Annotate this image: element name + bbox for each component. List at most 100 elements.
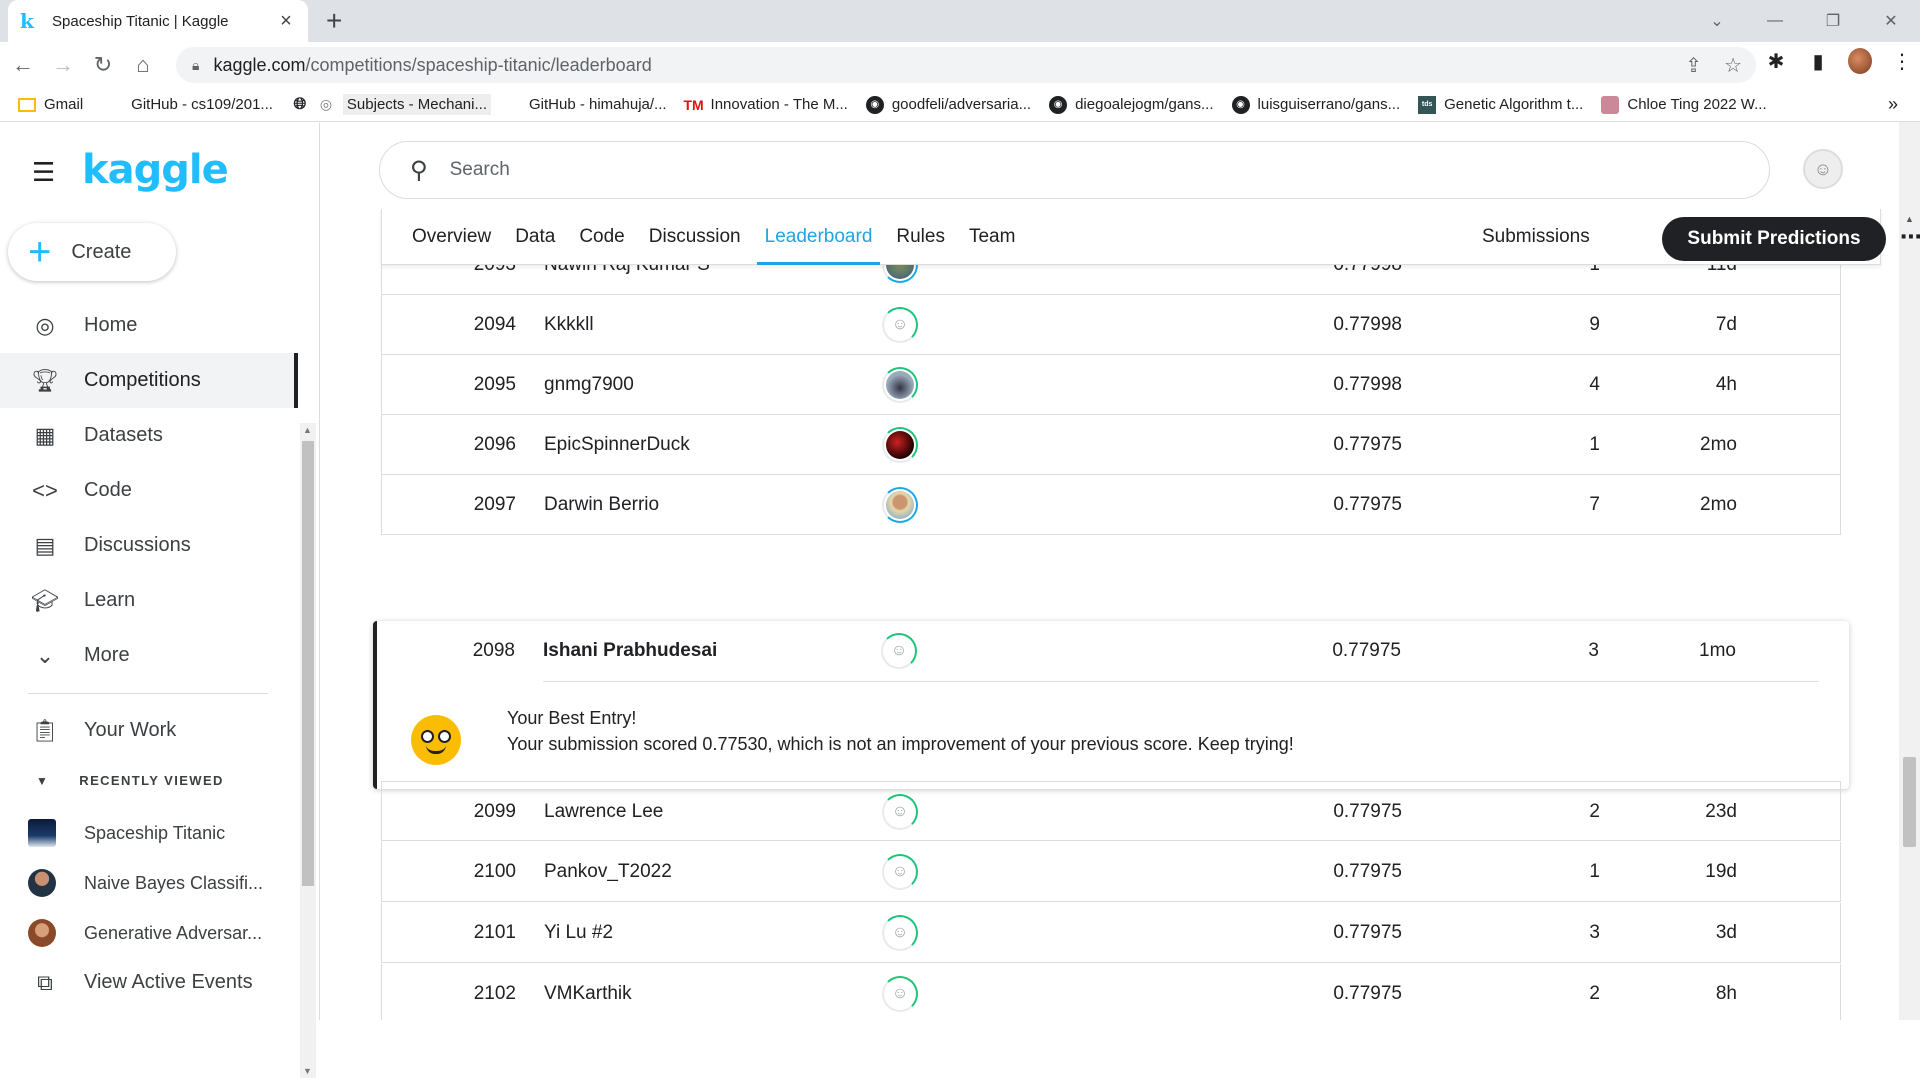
address-bar[interactable]: 🔒︎ kaggle.com/competitions/spaceship-tit… (176, 47, 1756, 83)
team-avatar[interactable]: ☺ (882, 915, 918, 951)
my-entry-row[interactable]: 2098 Ishani Prabhudesai ☺ 0.77975 3 1mo (377, 621, 1849, 681)
bookmark-chloe-ting[interactable]: Chloe Ting 2022 W... (1601, 95, 1767, 114)
team-avatar[interactable]: ☺ (882, 854, 918, 890)
reload-button[interactable]: ↻ (86, 48, 120, 82)
bookmark-goodfeli[interactable]: ◉ goodfeli/adversaria... (865, 95, 1031, 114)
tab-team[interactable]: Team (957, 209, 1027, 265)
forward-button[interactable]: → (46, 48, 80, 82)
bookmark-genetic-algorithm[interactable]: tds Genetic Algorithm t... (1418, 95, 1583, 114)
window-controls: ⌄ — ❐ ✕ (1688, 0, 1920, 42)
recent-item-naive-bayes[interactable]: Naive Bayes Classifi... (28, 863, 288, 903)
caret-down-icon: ▼ (36, 773, 50, 788)
tds-icon: tds (1418, 95, 1437, 114)
tab-rules[interactable]: Rules (884, 209, 957, 265)
table-row[interactable]: 2101 Yi Lu #2 ☺ 0.77975 3 3d (381, 903, 1841, 963)
sidebar-item-code[interactable]: <> Code (0, 463, 298, 518)
table-row[interactable]: 2095 gnmg7900 0.77998 4 4h (381, 355, 1841, 415)
sidebar-item-discussions[interactable]: ▤ Discussions (0, 518, 298, 573)
table-row[interactable]: 2096 EpicSpinnerDuck 0.77975 1 2mo (381, 415, 1841, 475)
fingerprint-icon: ◎ (319, 96, 333, 112)
submissions-link[interactable]: Submissions (1482, 226, 1590, 248)
profile-avatar[interactable] (1848, 48, 1872, 74)
new-tab-button[interactable]: + (326, 6, 342, 36)
team-avatar[interactable] (882, 487, 918, 523)
view-active-events[interactable]: ⧉ View Active Events (0, 955, 298, 1010)
scroll-up-arrow-icon[interactable]: ▲ (303, 425, 312, 435)
home-button[interactable]: ⌂ (126, 48, 160, 82)
close-tab-icon[interactable]: × (276, 10, 296, 33)
table-row[interactable]: 2097 Darwin Berrio 0.77975 7 2mo (381, 475, 1841, 535)
sidebar-item-your-work[interactable]: 📋︎ Your Work (0, 703, 298, 758)
chevron-down-icon: ⌄ (35, 642, 55, 668)
back-button[interactable]: ← (6, 48, 40, 82)
bookmark-github-himahuja[interactable]: GitHub - himahuja/... (529, 96, 667, 113)
tab-data[interactable]: Data (503, 209, 567, 265)
tab-search-icon[interactable]: ⌄ (1688, 0, 1746, 42)
menu-kebab-icon[interactable]: ⋮ (1890, 49, 1914, 74)
kaggle-logo[interactable]: kaggle (82, 147, 229, 193)
scroll-up-arrow-icon[interactable]: ▲ (1905, 214, 1914, 224)
tab-discussion[interactable]: Discussion (637, 209, 753, 265)
page-scroll-thumb[interactable] (1903, 757, 1916, 847)
default-avatar-icon: ☺ (1813, 158, 1833, 179)
search-bar[interactable]: ⚲ (379, 141, 1770, 199)
tab-overview[interactable]: Overview (400, 209, 503, 265)
team-avatar[interactable] (882, 367, 918, 403)
restore-button[interactable]: ❐ (1804, 0, 1862, 42)
bookmark-github-cs109[interactable]: GitHub - cs109/201... (131, 96, 273, 113)
share-icon[interactable]: ⇪ (1685, 53, 1702, 78)
sidebar-divider (28, 693, 268, 694)
sidebar-item-home[interactable]: ◎ Home (0, 298, 298, 353)
sidebar-scroll-thumb[interactable] (302, 441, 314, 886)
sidebar-scrollbar[interactable]: ▲ ▼ (300, 423, 316, 1078)
trophy-icon: 🏆︎ (31, 367, 59, 393)
default-avatar-icon: ☺ (891, 316, 909, 333)
search-input[interactable] (449, 159, 1350, 181)
create-button[interactable]: + Create (8, 223, 176, 281)
bookmarks-bar: Gmail GitHub - cs109/201... 🌐︎ ◎ Subjects … (0, 88, 1920, 122)
table-icon: ▦ (34, 422, 56, 448)
scroll-down-arrow-icon[interactable]: ▼ (303, 1066, 312, 1076)
bookmark-innovation[interactable]: TM Innovation - The M... (683, 96, 847, 114)
table-row[interactable]: 2100 Pankov_T2022 ☺ 0.77975 1 19d (381, 842, 1841, 902)
team-avatar[interactable]: ☺ (881, 633, 917, 669)
page-scrollbar[interactable]: ▲ (1899, 122, 1920, 1020)
minimize-button[interactable]: — (1746, 0, 1804, 42)
browser-toolbar: ← → ↻ ⌂ 🔒︎ kaggle.com/competitions/space… (0, 42, 1920, 88)
bookmark-subjects[interactable]: 🌐︎ ◎ Subjects - Mechani... (291, 94, 491, 115)
bookmark-star-icon[interactable]: ☆ (1724, 53, 1742, 78)
tab-code[interactable]: Code (567, 209, 636, 265)
sidebar-item-datasets[interactable]: ▦ Datasets (0, 408, 298, 463)
more-options-icon[interactable]: ⋯ (1900, 224, 1920, 250)
recent-item-spaceship-titanic[interactable]: Spaceship Titanic (28, 813, 288, 853)
team-avatar[interactable] (882, 427, 918, 463)
browser-tab-active[interactable]: k Spaceship Titanic | Kaggle × (8, 0, 308, 42)
default-avatar-icon: ☺ (891, 924, 909, 941)
recently-viewed-header[interactable]: ▼ RECENTLY VIEWED (36, 773, 224, 788)
close-window-button[interactable]: ✕ (1862, 0, 1920, 42)
avatar-photo (886, 491, 914, 519)
sidebar-item-learn[interactable]: 🎓︎ Learn (0, 573, 298, 628)
side-panel-icon[interactable]: ▮ (1806, 49, 1830, 74)
user-avatar[interactable]: ☺ (1803, 149, 1843, 189)
bookmark-luisguiserrano[interactable]: ◉ luisguiserrano/gans... (1231, 95, 1400, 114)
table-row[interactable]: 2102 VMKarthik ☺ 0.77975 2 8h (381, 964, 1841, 1020)
submit-predictions-button[interactable]: Submit Predictions (1662, 217, 1886, 261)
url-host: kaggle.com (213, 54, 306, 75)
more-bookmarks-icon[interactable]: » (1888, 94, 1898, 115)
sidebar-item-more[interactable]: ⌄ More (0, 628, 298, 683)
sidebar-item-competitions[interactable]: 🏆︎ Competitions (0, 353, 298, 408)
bookmark-gmail[interactable]: Gmail (18, 96, 83, 113)
lock-icon: 🔒︎ (192, 56, 200, 73)
table-row[interactable]: 2099 Lawrence Lee ☺ 0.77975 2 23d (381, 781, 1841, 841)
extensions-icon[interactable]: ✱ (1764, 49, 1788, 74)
table-row[interactable]: 2094 Kkkkll ☺ 0.77998 9 7d (381, 295, 1841, 355)
competition-tabs: Overview Data Code Discussion Leaderboar… (381, 209, 1920, 265)
hamburger-menu-icon[interactable]: ☰ (32, 157, 55, 188)
bookmark-diegoalejogm[interactable]: ◉ diegoalejogm/gans... (1049, 95, 1214, 114)
team-avatar[interactable]: ☺ (882, 307, 918, 343)
tab-leaderboard[interactable]: Leaderboard (753, 209, 885, 265)
team-avatar[interactable]: ☺ (882, 976, 918, 1012)
team-avatar[interactable]: ☺ (882, 794, 918, 830)
recent-item-generative-adversarial[interactable]: Generative Adversar... (28, 913, 288, 953)
